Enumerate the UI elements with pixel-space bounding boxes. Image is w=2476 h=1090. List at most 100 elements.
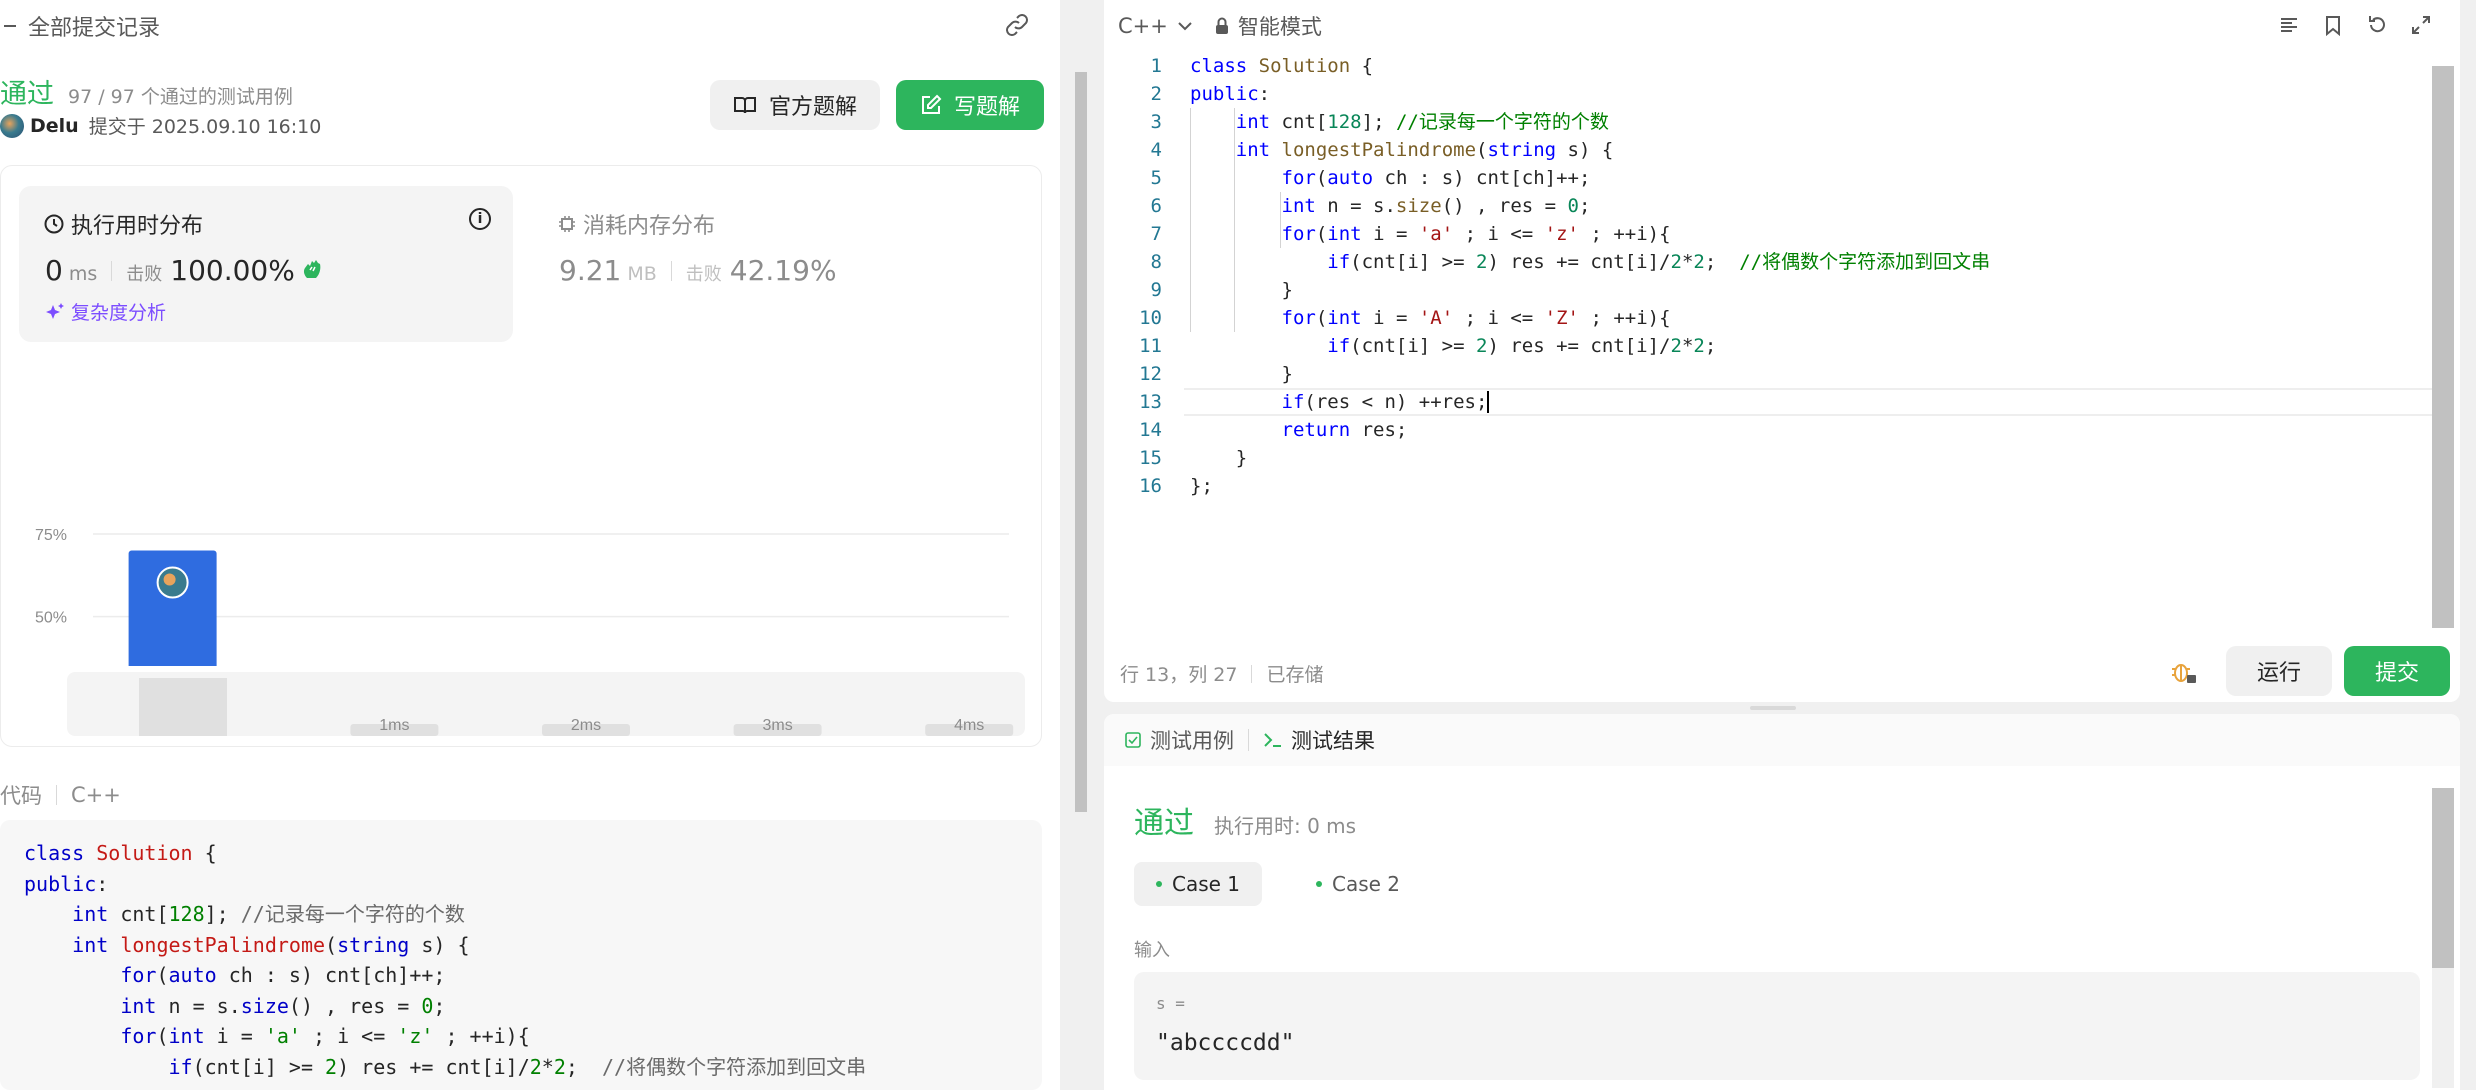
chevron-down-icon — [1178, 22, 1192, 31]
line-number: 9 — [1150, 279, 1162, 301]
submission-header: 全部提交记录 — [0, 0, 1060, 52]
chart-range-navigator[interactable]: 1ms 2ms 3ms 4ms — [67, 672, 1025, 736]
format-icon[interactable] — [2278, 14, 2300, 36]
bookmark-icon[interactable] — [2322, 14, 2344, 36]
runtime-distribution-chart[interactable]: 0%25%50%75%1ms2ms3ms4ms — [1, 356, 1041, 666]
complexity-analysis-link[interactable]: 复杂度分析 — [45, 298, 166, 325]
case-1-tab[interactable]: Case 1 — [1134, 862, 1263, 906]
tab-test-result[interactable]: 测试结果 — [1263, 725, 1375, 755]
case-1-label: Case 1 — [1172, 872, 1241, 896]
input-box: s = "abccccdd" — [1134, 972, 2420, 1080]
navigator-tick-label: 3ms — [762, 717, 792, 734]
submitted-code-view[interactable]: class Solution { public: int cnt[128]; /… — [0, 820, 1042, 1090]
write-solution-button[interactable]: 写题解 — [896, 80, 1044, 130]
tab-test-result-label: 测试结果 — [1291, 729, 1375, 753]
book-icon — [733, 97, 756, 114]
all-submissions-title[interactable]: 全部提交记录 — [28, 10, 160, 42]
memory-beat-label: 击败 — [685, 264, 722, 285]
code-header: 代码 C++ — [0, 780, 121, 810]
code-editor[interactable]: 1 2 3 4 5 6 7 8 9 10 11 12 13 14 15 16 class Solution {… — [1104, 52, 2440, 628]
left-scrollbar[interactable] — [1072, 52, 1090, 1090]
tab-test-cases[interactable]: 测试用例 — [1124, 725, 1234, 755]
memory-metric: 9.21 MB 击败 42.19% — [559, 254, 837, 287]
line-number: 10 — [1139, 307, 1162, 329]
line-number: 3 — [1150, 111, 1162, 133]
code-label: 代码 — [0, 784, 42, 808]
editor-status-bar: 行 13，列 27 已存储 — [1120, 660, 1323, 687]
runtime-unit: ms — [68, 263, 98, 285]
language-value: C++ — [1118, 14, 1168, 38]
line-number: 7 — [1150, 223, 1162, 245]
case-2-tab[interactable]: Case 2 — [1294, 862, 1422, 906]
submitter-name[interactable]: Delu — [30, 115, 79, 137]
fullscreen-icon[interactable] — [2410, 14, 2432, 36]
editorial-button[interactable]: 官方题解 — [710, 80, 880, 130]
run-button[interactable]: 运行 — [2226, 646, 2332, 696]
runtime-stats[interactable]: 执行用时分布 i 0 ms 击败 100.00% 复杂度分析 — [19, 186, 513, 342]
submit-button[interactable]: 提交 — [2344, 646, 2450, 696]
runtime-value: 0 — [45, 254, 63, 287]
line-number: 6 — [1150, 195, 1162, 217]
complexity-link-text: 复杂度分析 — [71, 302, 167, 324]
results-tabs: 测试用例 测试结果 — [1104, 714, 2460, 766]
test-results-panel: 测试用例 测试结果 通过 执行用时: 0 ms Case 1 Case 2 输入… — [1104, 714, 2460, 1090]
terminal-icon — [1264, 733, 1281, 747]
mode-label: 智能模式 — [1237, 15, 1322, 39]
line-numbers: 1 2 3 4 5 6 7 8 9 10 11 12 13 14 15 16 — [1104, 52, 1162, 500]
line-number: 15 — [1139, 447, 1162, 469]
navigator-tick-label: 1ms — [379, 717, 409, 734]
cursor-position: 行 13，列 27 — [1120, 664, 1238, 686]
line-number: 1 — [1150, 55, 1162, 77]
editor-scrollbar[interactable] — [2432, 66, 2454, 628]
case-2-label: Case 2 — [1332, 872, 1401, 896]
save-status: 已存储 — [1266, 664, 1324, 686]
info-icon[interactable]: i — [469, 208, 491, 230]
line-number: 8 — [1150, 251, 1162, 273]
smart-mode[interactable]: 智能模式 — [1214, 11, 1322, 41]
input-label: 输入 — [1134, 940, 1170, 961]
submitter-info: Delu 提交于 2025.09.10 16:10 — [0, 112, 321, 139]
navigator-tick-label: 2ms — [571, 717, 601, 734]
line-number: 13 — [1139, 391, 1162, 413]
edit-icon — [921, 94, 942, 114]
line-number: 12 — [1139, 363, 1162, 385]
runtime-title-text: 执行用时分布 — [71, 214, 204, 239]
lock-icon — [1215, 17, 1228, 34]
clock-icon — [44, 214, 64, 234]
back-icon[interactable] — [4, 25, 16, 27]
link-icon[interactable] — [1004, 14, 1030, 36]
avatar[interactable] — [0, 113, 24, 138]
status-pass: 通过 — [0, 79, 54, 110]
result-pass: 通过 — [1134, 806, 1194, 841]
results-scrollbar[interactable] — [2432, 788, 2454, 1088]
memory-title-text: 消耗内存分布 — [583, 214, 716, 239]
code-lang: C++ — [71, 783, 121, 807]
reset-icon[interactable] — [2366, 14, 2388, 36]
submitted-time: 提交于 2025.09.10 16:10 — [88, 116, 322, 138]
navigator-selection[interactable] — [139, 678, 227, 736]
checkbox-icon — [1125, 732, 1141, 748]
language-select[interactable]: C++ — [1118, 14, 1192, 38]
code-content[interactable]: class Solution {public: int cnt[128]; //… — [1190, 52, 1990, 500]
input-value: "abccccdd" — [1156, 1030, 1295, 1056]
runtime-beat-label: 击败 — [126, 264, 163, 285]
memory-beat-pct: 42.19% — [729, 254, 837, 287]
result-runtime: 执行用时: 0 ms — [1214, 814, 1357, 838]
input-variable: s = — [1156, 994, 1185, 1013]
debug-icon[interactable] — [2170, 660, 2198, 686]
result-status: 通过 执行用时: 0 ms — [1134, 798, 1356, 842]
line-number: 4 — [1150, 139, 1162, 161]
memory-title: 消耗内存分布 — [557, 208, 715, 240]
editor-toolbar: C++ 智能模式 — [1104, 0, 2460, 52]
sparkle-icon — [46, 302, 64, 319]
panel-splitter[interactable] — [1750, 706, 1796, 710]
runtime-beat-pct: 100.00% — [170, 254, 295, 287]
runtime-metric: 0 ms 击败 100.00% — [45, 254, 323, 287]
editorial-label: 官方题解 — [768, 95, 857, 120]
chip-icon — [559, 216, 575, 232]
clap-icon — [303, 260, 321, 278]
tab-test-cases-label: 测试用例 — [1150, 729, 1234, 753]
memory-stats[interactable]: 消耗内存分布 9.21 MB 击败 42.19% — [533, 186, 1027, 342]
memory-value: 9.21 — [559, 254, 622, 287]
line-number: 14 — [1139, 419, 1162, 441]
